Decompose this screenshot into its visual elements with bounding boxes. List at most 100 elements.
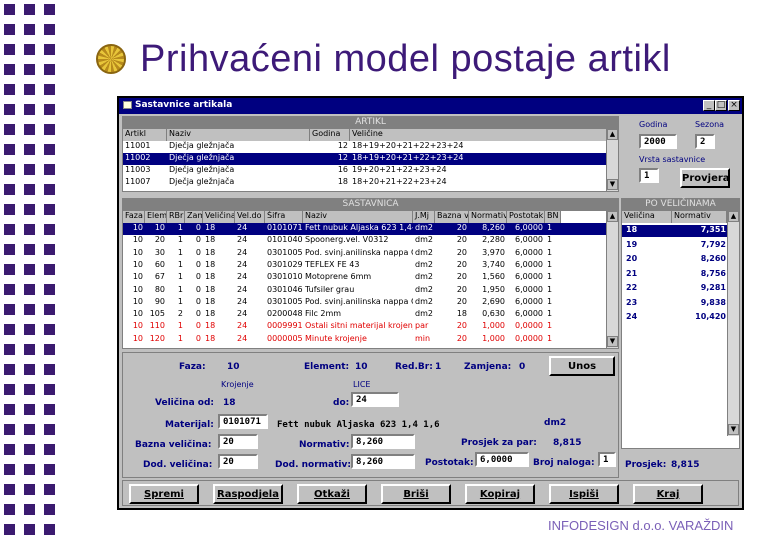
table-cell: dm2 <box>415 309 433 319</box>
table-row[interactable]: 18 7,351 <box>622 225 727 237</box>
table-row[interactable]: 10 90 1 0 18 24 0301005 Pod. svinj.anilinska na… <box>123 297 606 309</box>
ispisi-button[interactable]: Ispiši <box>549 484 619 504</box>
artikl-col-artikl[interactable]: Artikl <box>123 129 167 141</box>
table-cell: 20 <box>456 235 467 245</box>
table-row[interactable]: 22 9,281 <box>622 283 727 295</box>
table-row[interactable]: 24 10,420 <box>622 312 727 324</box>
raspodjela-button[interactable]: Raspodjela <box>213 484 283 504</box>
normativ-field[interactable]: 8,260 <box>351 434 415 449</box>
kopiraj-button[interactable]: Kopiraj <box>465 484 535 504</box>
provjera-button[interactable]: Provjera <box>680 168 730 188</box>
godina-field[interactable]: 2000 <box>639 134 677 149</box>
table-cell: 1 <box>547 259 553 269</box>
table-cell: 22 <box>626 283 638 292</box>
broj-label: Broj naloga: <box>533 458 595 468</box>
scroll-down-icon[interactable]: ▼ <box>607 336 618 347</box>
close-button[interactable]: × <box>728 100 740 111</box>
table-cell: 1 <box>547 296 553 306</box>
table-cell: Pod. svinj.anilinska nappa C.30 <box>305 296 413 306</box>
table-cell: 11001 <box>125 141 151 150</box>
table-row[interactable]: 19 7,792 <box>622 240 727 252</box>
table-cell: Fett nubuk Aljaska 623 1,4-1,6 <box>305 223 413 232</box>
sastavnica-col[interactable]: Bazna v <box>435 211 469 223</box>
sastavnica-col[interactable]: Postotak <box>507 211 545 223</box>
table-row[interactable]: 21 8,756 <box>622 269 727 281</box>
spremi-button[interactable]: Spremi <box>129 484 199 504</box>
sastavnica-col[interactable]: RBr <box>167 211 185 223</box>
scroll-down-icon[interactable]: ▼ <box>607 179 618 190</box>
table-row[interactable]: 23 9,838 <box>622 298 727 310</box>
scroll-up-icon[interactable]: ▲ <box>728 211 739 222</box>
sastavnica-col[interactable]: Faza <box>123 211 145 223</box>
table-cell: 0 <box>195 284 201 294</box>
table-row[interactable]: 10 105 2 0 18 24 0200048 Filc 2mm dm2 18 0,630 6,00… <box>123 309 606 321</box>
artikl-scrollbar[interactable]: ▲ ▼ <box>606 129 618 191</box>
table-cell: dm2 <box>415 235 433 245</box>
sastavnica-col[interactable]: Šifra <box>265 211 303 223</box>
table-cell: 105 <box>149 309 165 319</box>
artikl-col-godina[interactable]: Godina <box>310 129 350 141</box>
scroll-up-icon[interactable]: ▲ <box>607 211 618 222</box>
table-cell: 18 <box>205 309 216 319</box>
table-cell: 1 <box>547 247 553 257</box>
sastavnica-col[interactable]: Vel.do <box>235 211 265 223</box>
sastavnica-col[interactable]: J.Mj <box>413 211 435 223</box>
bazna-field[interactable]: 20 <box>218 434 258 449</box>
table-cell: 30 <box>154 247 165 257</box>
table-cell: 10 <box>132 309 143 319</box>
sastavnica-col[interactable]: Zam <box>185 211 203 223</box>
artikl-col-velicine[interactable]: Veličine <box>350 129 607 141</box>
artikl-col-naziv[interactable]: Naziv <box>167 129 310 141</box>
sastavnica-scrollbar[interactable]: ▲ ▼ <box>606 211 618 348</box>
sezona-field[interactable]: 2 <box>695 134 715 149</box>
table-cell: 1 <box>547 309 553 319</box>
table-cell: 67 <box>154 272 165 282</box>
broj-field[interactable]: 1 <box>598 452 616 467</box>
sastavnica-col[interactable]: Naziv <box>303 211 413 223</box>
table-row[interactable]: 10 67 1 0 18 24 0301010 Motoprene 6mm dm2 20 1,560… <box>123 272 606 284</box>
table-row[interactable]: 10 60 1 0 18 24 0301029 TEFLEX FE 43 dm2 20 3,740 6… <box>123 260 606 272</box>
sastavnica-col[interactable]: BN <box>545 211 561 223</box>
kraj-button[interactable]: Kraj <box>633 484 703 504</box>
table-row[interactable]: 10 10 1 0 18 24 0101071 Fett nubuk Aljaska 623 … <box>123 223 606 235</box>
dod-norm-field[interactable]: 8,260 <box>351 454 415 469</box>
sastavnica-col[interactable]: Veličina <box>203 211 235 223</box>
dod-vel-field[interactable]: 20 <box>218 454 258 469</box>
table-row[interactable]: 11001 Dječja gležnjača 12 18+19+20+21+22+23… <box>123 141 606 153</box>
sastavnica-col[interactable]: Normativ <box>469 211 507 223</box>
table-row[interactable]: 10 120 1 0 18 24 0000005 Minute krojenje min 20 1,… <box>123 334 606 346</box>
table-row[interactable]: 10 30 1 0 18 24 0301005 Pod. svinj.anilinska na… <box>123 248 606 260</box>
minimize-button[interactable]: _ <box>703 100 715 111</box>
table-row[interactable]: 10 80 1 0 18 24 0301046 Tufsiler grau dm2 20 1,950… <box>123 285 606 297</box>
table-row[interactable]: 20 8,260 <box>622 254 727 266</box>
do-field[interactable]: 24 <box>351 392 399 407</box>
pv-col-normativ[interactable]: Normativ <box>672 211 727 223</box>
table-cell: 0 <box>195 247 201 257</box>
postotak-field[interactable]: 6,0000 <box>475 452 529 467</box>
table-cell: 10 <box>132 235 143 245</box>
table-row[interactable]: 11003 Dječja gležnjača 16 19+20+21+22+23+24 <box>123 165 606 177</box>
unos-button[interactable]: Unos <box>549 356 615 376</box>
table-cell: dm2 <box>415 296 433 306</box>
materijal-field[interactable]: 0101071 <box>218 414 268 429</box>
pv-scrollbar[interactable]: ▲ ▼ <box>727 211 739 436</box>
brisi-button[interactable]: Briši <box>381 484 451 504</box>
table-cell: 24 <box>237 309 248 319</box>
maximize-button[interactable]: □ <box>715 100 727 111</box>
materijal-label: Materijal: <box>165 420 214 430</box>
vrsta-field[interactable]: 1 <box>639 168 659 183</box>
table-cell: 24 <box>237 259 248 269</box>
otkazi-button[interactable]: Otkaži <box>297 484 367 504</box>
table-cell: 18 <box>205 223 216 232</box>
table-cell: 20 <box>456 284 467 294</box>
pv-col-velicina[interactable]: Veličina <box>622 211 672 223</box>
table-row[interactable]: 10 20 1 0 18 24 0101040 Spoonerg.vel. V0312 dm2 2… <box>123 235 606 247</box>
zamjena-value: 0 <box>519 362 526 372</box>
scroll-down-icon[interactable]: ▼ <box>728 424 739 435</box>
table-row[interactable]: 11002 Dječja gležnjača 12 18+19+20+21+22+23… <box>123 153 606 165</box>
scroll-up-icon[interactable]: ▲ <box>607 129 618 140</box>
sastavnica-col[interactable]: Elem <box>145 211 167 223</box>
table-row[interactable]: 10 110 1 0 18 24 0009991 Ostali sitni materijal… <box>123 321 606 333</box>
table-row[interactable]: 11007 Dječja gležnjača 18 18+20+21+22+23+24 <box>123 177 606 189</box>
table-cell: 10 <box>132 223 143 232</box>
